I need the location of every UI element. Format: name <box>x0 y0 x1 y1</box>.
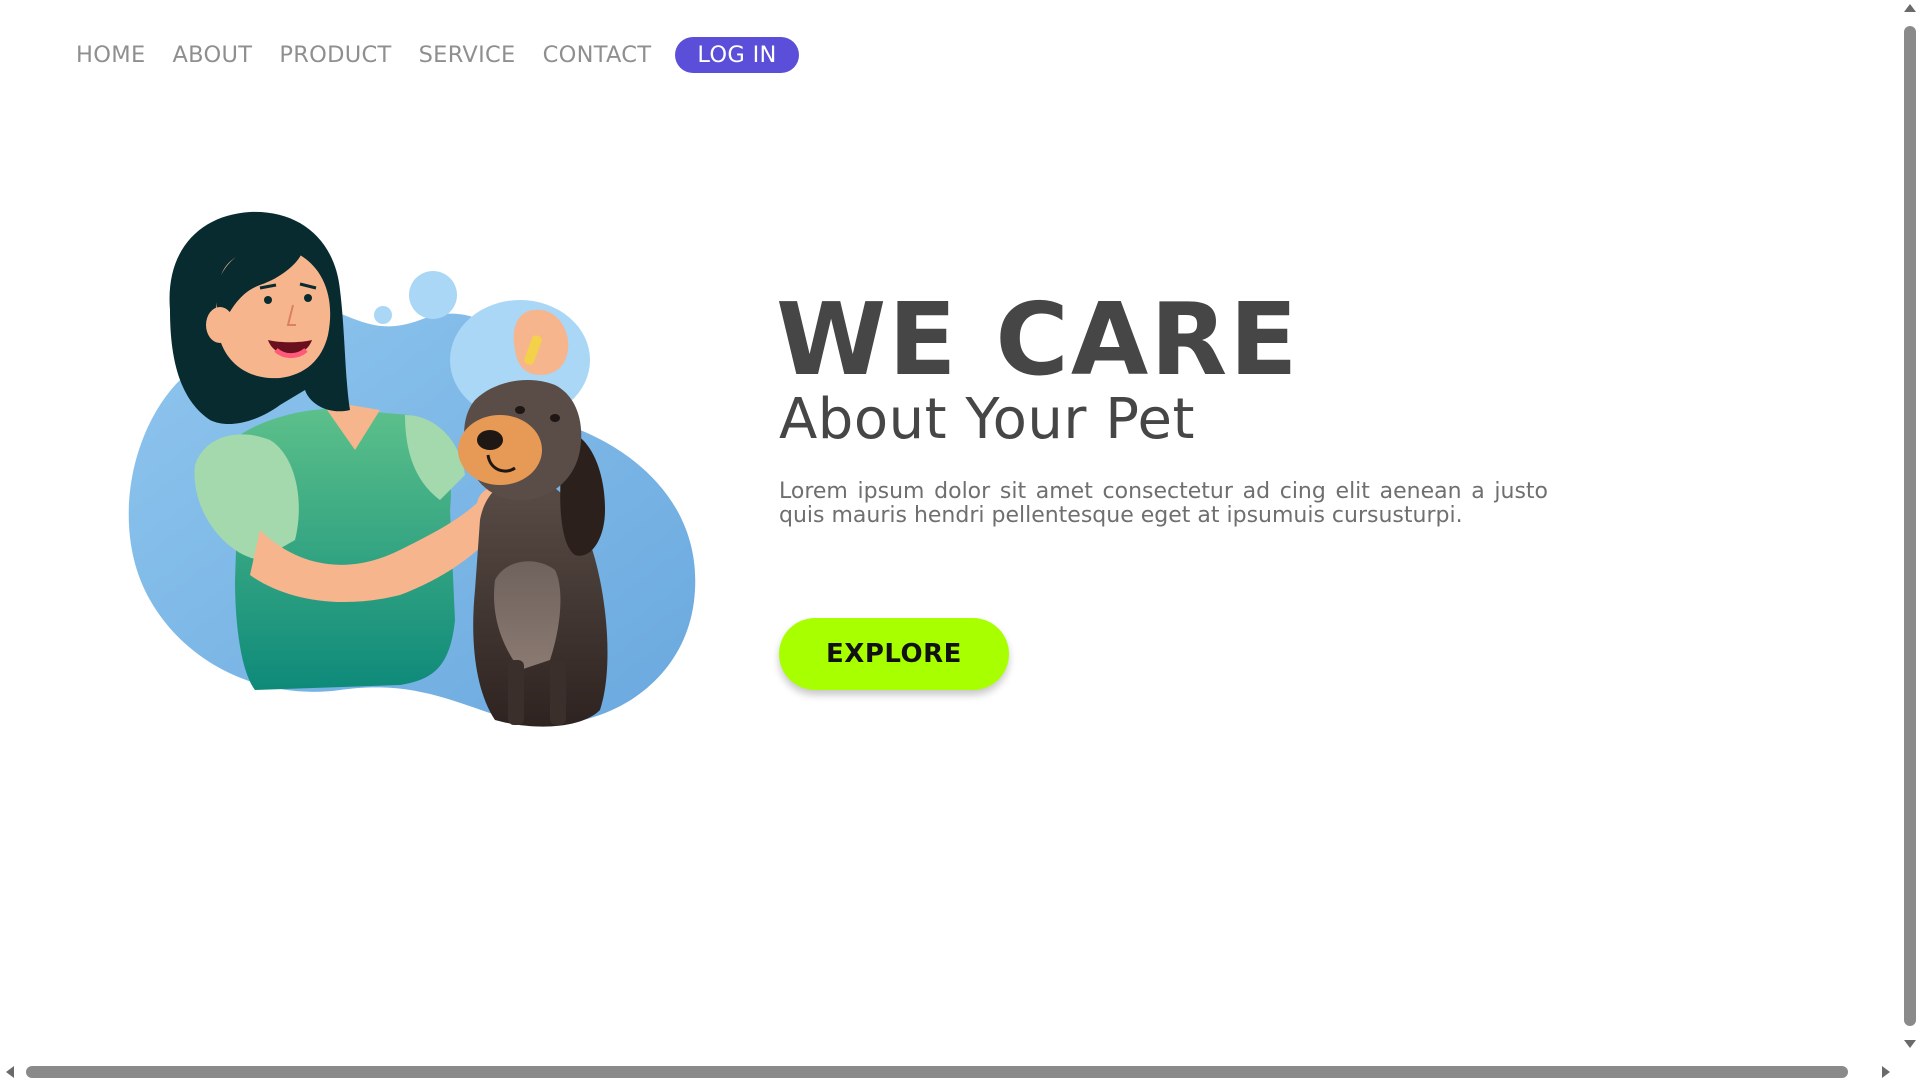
scrollbar-corner <box>1900 1063 1920 1080</box>
hero-description: Lorem ipsum dolor sit amet consectetur a… <box>779 479 1548 528</box>
illustration-svg <box>128 211 696 727</box>
vertical-scroll-thumb[interactable] <box>1904 26 1916 1026</box>
login-button[interactable]: LOG IN <box>675 37 799 73</box>
hero-title: WE CARE <box>776 281 1300 398</box>
scroll-right-arrow-icon[interactable] <box>1882 1066 1890 1078</box>
scroll-down-arrow-icon[interactable] <box>1904 1040 1916 1048</box>
nav-service-link[interactable]: SERVICE <box>419 36 516 74</box>
bubble-large <box>409 271 457 319</box>
top-navigation: HOME ABOUT PRODUCT SERVICE CONTACT LOG I… <box>76 36 799 74</box>
nav-contact-link[interactable]: CONTACT <box>543 36 652 74</box>
dog-muzzle <box>458 415 542 485</box>
scroll-up-arrow-icon[interactable] <box>1904 4 1916 12</box>
hero-subtitle: About Your Pet <box>779 387 1195 452</box>
landing-page: HOME ABOUT PRODUCT SERVICE CONTACT LOG I… <box>0 0 1920 1080</box>
nav-about-link[interactable]: ABOUT <box>172 36 252 74</box>
woman-with-dog-illustration <box>110 200 710 730</box>
horizontal-scroll-thumb[interactable] <box>26 1066 1848 1078</box>
scroll-left-arrow-icon[interactable] <box>6 1066 14 1078</box>
explore-button[interactable]: EXPLORE <box>779 618 1009 690</box>
bubble-small <box>374 306 392 324</box>
nav-product-link[interactable]: PRODUCT <box>279 36 391 74</box>
vertical-scrollbar[interactable] <box>1900 0 1920 1063</box>
nav-home-link[interactable]: HOME <box>76 36 145 74</box>
horizontal-scrollbar[interactable] <box>0 1063 1900 1080</box>
